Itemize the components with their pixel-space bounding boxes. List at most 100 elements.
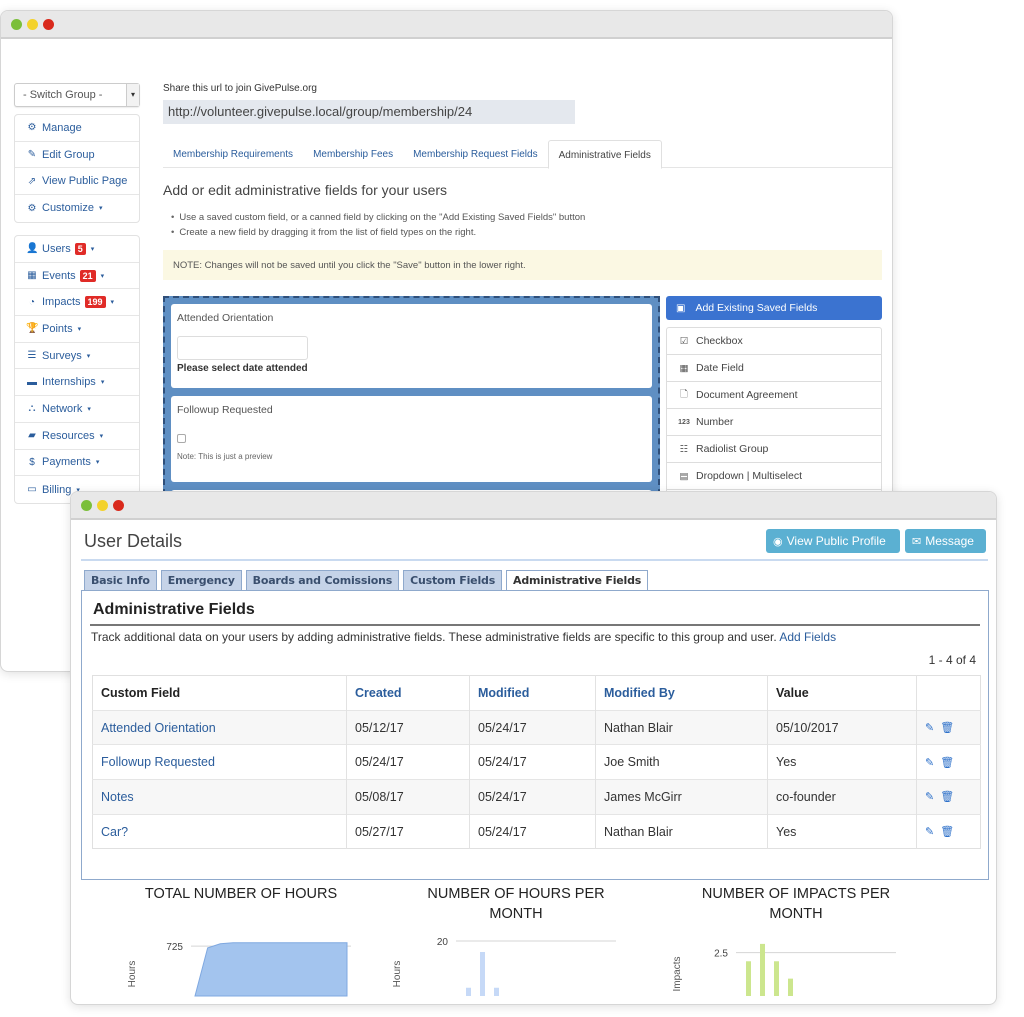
field-card-attended-orientation[interactable]: Attended Orientation Please select date …	[171, 304, 652, 388]
chart-hours-per-month-plot: Hours 20	[392, 937, 616, 996]
y-tick-label: 20	[437, 937, 449, 948]
cell-value: 05/10/2017	[767, 709, 917, 745]
caret-down-icon[interactable]: ▾	[87, 352, 91, 360]
user-icon: 👤	[26, 243, 39, 255]
tab-emergency[interactable]: Emergency	[160, 570, 242, 590]
header-divider	[81, 559, 988, 561]
share-url-field[interactable]: http://volunteer.givepulse.local/group/m…	[163, 100, 575, 124]
message-button[interactable]: ✉ Message	[905, 529, 986, 553]
sidebar-item-edit-group[interactable]: ✎ Edit Group	[15, 142, 139, 169]
save-note-alert: NOTE: Changes will not be saved until yo…	[163, 250, 882, 280]
add-fields-link[interactable]: Add Fields	[779, 630, 836, 644]
dropdown-icon: ▤	[679, 470, 689, 482]
close-button[interactable]	[43, 18, 54, 30]
tab-membership-requirements[interactable]: Membership Requirements	[163, 140, 303, 168]
area-series	[194, 942, 348, 997]
column-header-modified[interactable]: Modified	[469, 675, 596, 711]
caret-down-icon[interactable]: ▾	[111, 298, 115, 306]
edit-icon[interactable]: ✎	[925, 722, 934, 734]
caret-down-icon[interactable]: ▾	[96, 458, 100, 466]
sidebar-item-users[interactable]: 👤 Users 5 ▾	[15, 236, 139, 263]
field-type-radiolist-group[interactable]: ☷ Radiolist Group	[667, 436, 881, 463]
sidebar-item-payments[interactable]: $ Payments ▾	[15, 450, 139, 477]
switch-group-value: - Switch Group -	[23, 89, 103, 101]
cell-created: 05/12/17	[346, 709, 470, 745]
view-public-profile-button[interactable]: ◉ View Public Profile	[766, 529, 900, 553]
edit-icon[interactable]: ✎	[925, 791, 934, 803]
caret-down-icon[interactable]: ▾	[78, 325, 82, 333]
pencil-icon: ✎	[27, 149, 37, 161]
caret-down-icon[interactable]: ▾	[100, 432, 104, 440]
cell-value: Yes	[767, 744, 917, 780]
field-card-followup-requested[interactable]: Followup Requested Note: This is just a …	[171, 396, 652, 482]
sidebar-item-events[interactable]: ▦ Events 21 ▾	[15, 263, 139, 290]
trash-icon[interactable]: 🗑	[940, 791, 954, 803]
sidebar-item-surveys[interactable]: ☰ Surveys ▾	[15, 343, 139, 370]
credit-card-icon: ▭	[27, 484, 37, 496]
field-type-date-field[interactable]: ▦ Date Field	[667, 355, 881, 382]
sidebar-item-manage[interactable]: ⚙ Manage	[15, 115, 139, 142]
button-label: Add Existing Saved Fields	[695, 302, 818, 314]
sidebar-item-internships[interactable]: ▬ Internships ▾	[15, 369, 139, 397]
custom-field-link[interactable]: Car?	[101, 825, 128, 839]
calendar-icon: ▦	[27, 270, 37, 282]
caret-down-icon[interactable]: ▾	[101, 272, 105, 280]
trash-icon[interactable]: 🗑	[940, 826, 954, 838]
sidebar-item-impacts[interactable]: ◔ Impacts 199 ▾	[15, 289, 139, 317]
section-description: Track additional data on your users by a…	[91, 630, 836, 644]
sidebar-item-view-public-page[interactable]: ⇗ View Public Page	[15, 168, 139, 196]
cell-modified-by: Joe Smith	[595, 744, 768, 780]
field-type-label: Document Agreement	[696, 389, 798, 401]
cell-actions: ✎ 🗑	[916, 709, 981, 745]
tab-custom-fields[interactable]: Custom Fields	[403, 570, 503, 590]
sidebar-item-customize[interactable]: ⚙ Customize ▾	[15, 195, 139, 222]
document-icon: 🗋	[680, 389, 688, 400]
cell-modified-by: James McGirr	[595, 779, 768, 815]
tab-membership-fees[interactable]: Membership Fees	[303, 140, 403, 168]
caret-down-icon[interactable]: ▾	[101, 378, 105, 386]
custom-field-link[interactable]: Notes	[101, 790, 134, 804]
trash-icon[interactable]: 🗑	[940, 722, 954, 734]
cell-custom-field: Car?	[92, 813, 347, 849]
column-header-created[interactable]: Created	[346, 675, 470, 711]
sidebar-item-points[interactable]: 🏆 Points ▾	[15, 316, 139, 343]
caret-down-icon[interactable]: ▾	[99, 204, 103, 212]
caret-down-icon[interactable]: ▾	[87, 405, 91, 413]
tab-basic-info[interactable]: Basic Info	[84, 570, 157, 590]
add-existing-saved-fields-button[interactable]: ▣ Add Existing Saved Fields	[666, 296, 882, 320]
tab-administrative-fields[interactable]: Administrative Fields	[547, 140, 662, 169]
y-axis-label: Hours	[392, 961, 403, 988]
column-header-modified-by[interactable]: Modified By	[595, 675, 768, 711]
custom-field-link[interactable]: Followup Requested	[101, 755, 215, 769]
followup-checkbox[interactable]	[177, 434, 186, 443]
edit-icon[interactable]: ✎	[925, 826, 934, 838]
field-type-number[interactable]: 123 Number	[667, 409, 881, 436]
description-text: Track additional data on your users by a…	[91, 630, 777, 644]
count-badge: 199	[84, 296, 106, 309]
custom-field-link[interactable]: Attended Orientation	[101, 721, 216, 735]
user-details-window: User Details ◉ View Public Profile ✉ Mes…	[70, 491, 997, 1005]
chevron-down-icon[interactable]: ▾	[126, 84, 139, 106]
field-type-label: Checkbox	[696, 335, 743, 347]
tab-administrative-fields[interactable]: Administrative Fields	[506, 570, 649, 591]
sidebar-item-resources[interactable]: ▰ Resources ▾	[15, 423, 139, 450]
trash-icon[interactable]: 🗑	[940, 757, 954, 769]
field-type-checkbox[interactable]: ☑ Checkbox	[667, 328, 881, 355]
y-axis-label: Impacts	[672, 956, 683, 991]
caret-down-icon[interactable]: ▾	[91, 245, 95, 253]
cell-value: co-founder	[767, 779, 917, 815]
date-attended-input[interactable]	[177, 336, 308, 360]
edit-icon[interactable]: ✎	[925, 757, 934, 769]
field-type-document-agreement[interactable]: 🗋 Document Agreement	[667, 382, 881, 409]
minimize-button[interactable]	[27, 18, 38, 30]
button-label: Message	[925, 534, 974, 548]
maximize-button[interactable]	[11, 18, 22, 30]
sidebar-top-menu: ⚙ Manage ✎ Edit Group ⇗ View Public Page ⚙ Cust…	[14, 114, 140, 223]
tab-membership-request-fields[interactable]: Membership Request Fields	[403, 140, 548, 168]
field-type-dropdown-multiselect[interactable]: ▤ Dropdown | Multiselect	[667, 463, 881, 490]
dashboard-icon: ◔	[28, 296, 36, 308]
sidebar-item-network[interactable]: ⛬ Network ▾	[15, 396, 139, 423]
tab-boards-and-comissions[interactable]: Boards and Comissions	[245, 570, 400, 590]
field-type-label: Dropdown | Multiselect	[696, 470, 803, 482]
switch-group-select[interactable]: - Switch Group - ▾	[14, 83, 140, 107]
